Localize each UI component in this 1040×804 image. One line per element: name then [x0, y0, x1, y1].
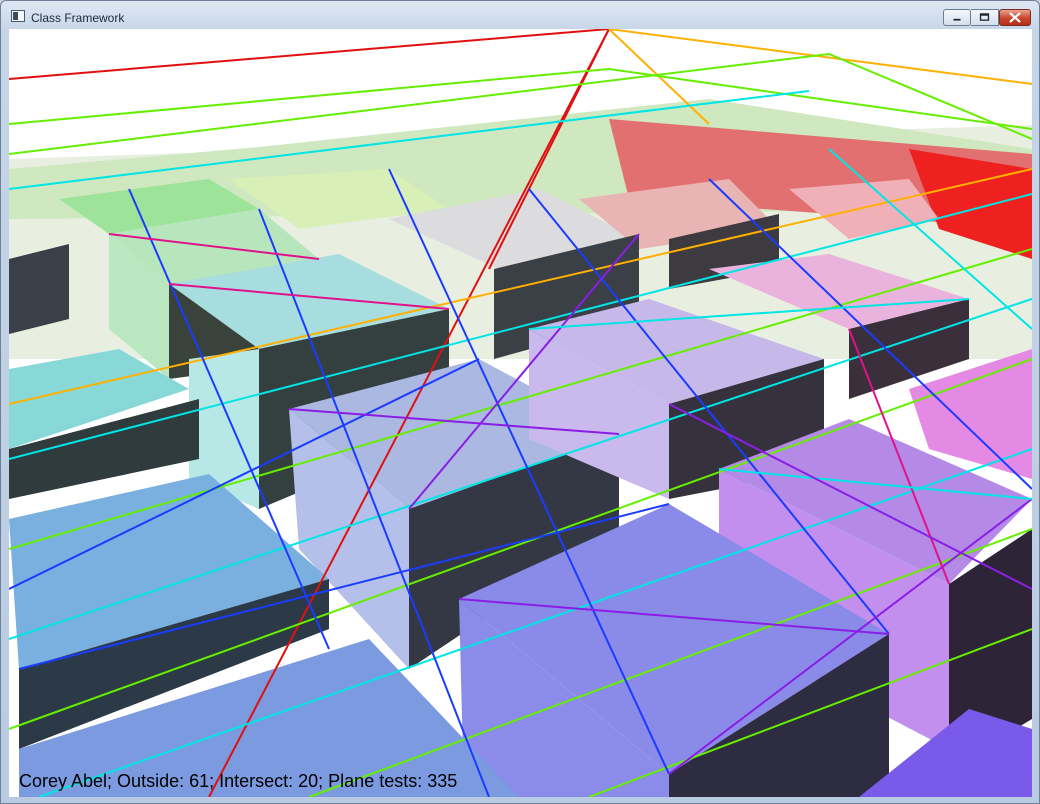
title-bar[interactable]: Class Framework	[1, 1, 1039, 31]
maximize-icon	[979, 13, 990, 21]
app-window-icon	[11, 10, 25, 22]
box-side	[9, 244, 69, 334]
app-window: Class Framework Corey Abel; Outside: 61;…	[0, 0, 1040, 804]
window-title: Class Framework	[31, 11, 125, 25]
close-button[interactable]	[999, 9, 1031, 26]
close-icon	[1009, 12, 1021, 23]
status-overlay-text: Corey Abel; Outside: 61; Intersect: 20; …	[19, 771, 458, 791]
render-viewport[interactable]: Corey Abel; Outside: 61; Intersect: 20; …	[9, 29, 1032, 797]
maximize-button[interactable]	[971, 9, 999, 26]
minimize-icon	[953, 18, 961, 21]
minimize-button[interactable]	[943, 9, 971, 26]
scene-canvas	[9, 29, 1032, 797]
